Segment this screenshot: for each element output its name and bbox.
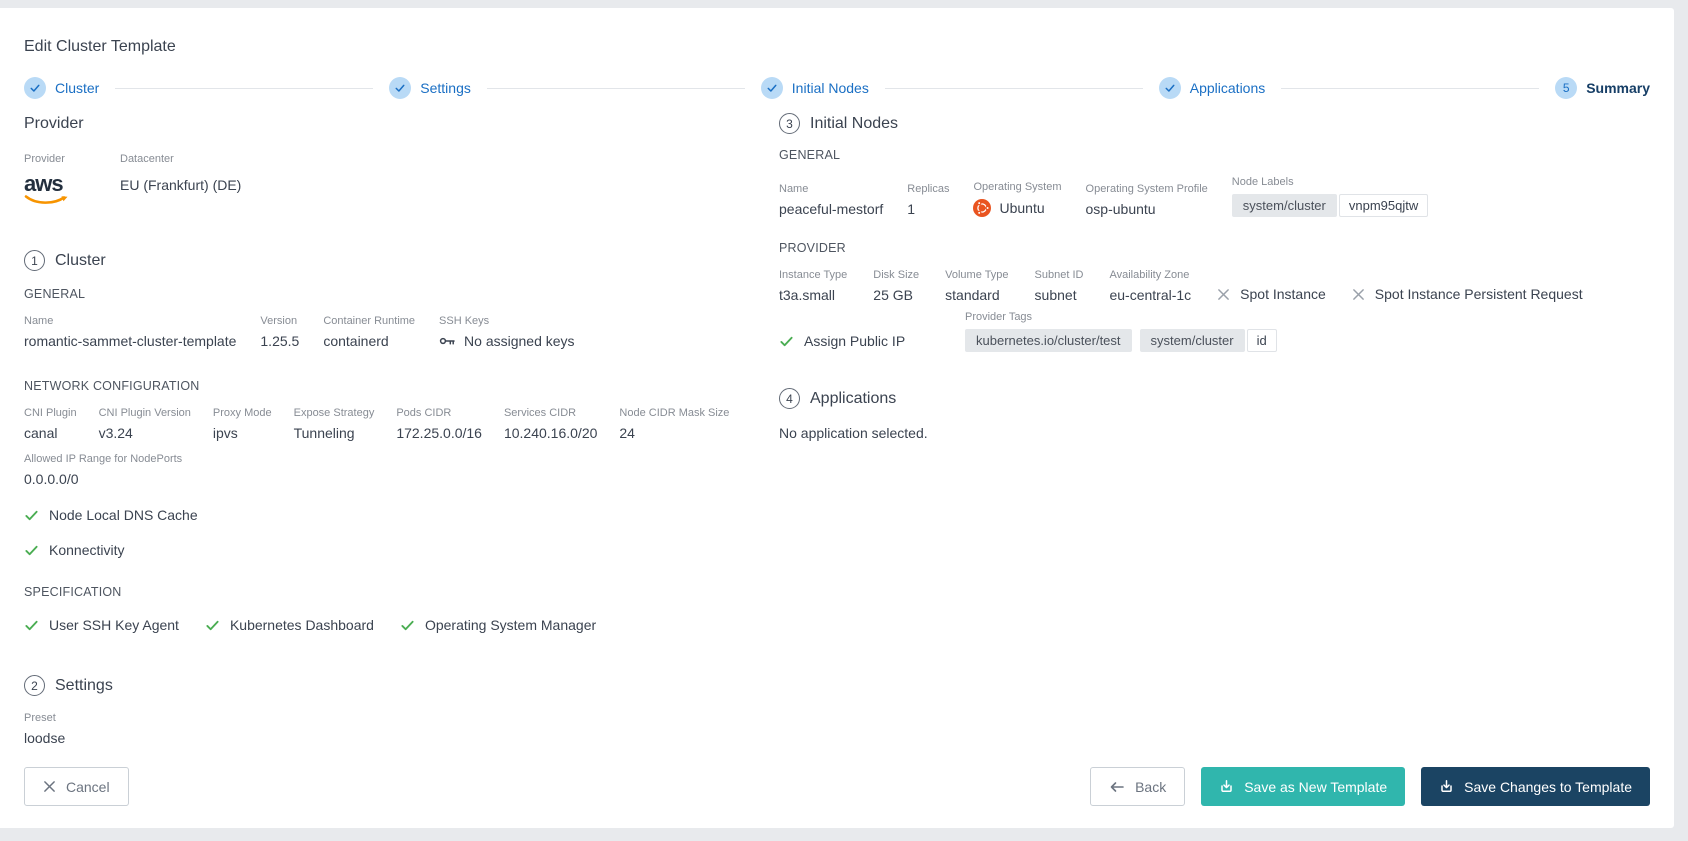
availability-zone-field: Availability Zone eu-central-1c (1109, 269, 1192, 303)
check-icon (25, 545, 38, 555)
settings-section-heading: 2 Settings (24, 675, 779, 696)
step-connector (486, 87, 745, 89)
step-done-check-icon (760, 77, 783, 99)
ssh-keys-field: SSH Keys No assigned keys (439, 315, 575, 349)
step-initial-nodes[interactable]: Initial Nodes (760, 77, 869, 99)
specification-subheading: SPECIFICATION (24, 585, 122, 599)
provider-subheading: PROVIDER (779, 241, 846, 255)
step-connector (115, 87, 374, 89)
cluster-name-field: Name romantic-sammet-cluster-template (24, 315, 237, 349)
preset-field: Preset loodse (24, 712, 66, 746)
step-done-check-icon (389, 77, 412, 99)
save-as-new-template-button[interactable]: Save as New Template (1201, 767, 1406, 806)
cni-plugin-field: CNI Plugin canal (24, 407, 77, 441)
general-subheading: GENERAL (24, 287, 86, 301)
allowed-ip-range-field: Allowed IP Range for NodePorts 0.0.0.0/0 (24, 453, 183, 487)
datacenter-field: Datacenter EU (Frankfurt) (DE) (120, 153, 242, 193)
node-cidr-mask-size-field: Node CIDR Mask Size 24 (619, 407, 730, 441)
cross-icon (1352, 288, 1364, 300)
expose-strategy-field: Expose Strategy Tunneling (293, 407, 375, 441)
step-cluster[interactable]: Cluster (24, 77, 99, 99)
step-number-icon: 1 (24, 250, 45, 271)
initial-nodes-section-heading: 3 Initial Nodes (779, 113, 1650, 134)
no-application-text: No application selected. (779, 425, 928, 441)
cni-plugin-version-field: CNI Plugin Version v3.24 (98, 407, 191, 441)
save-changes-to-template-button[interactable]: Save Changes to Template (1421, 767, 1650, 806)
aws-logo: aws (24, 171, 70, 206)
ubuntu-icon (973, 199, 992, 217)
operating-system-profile-field: Operating System Profile osp-ubuntu (1085, 183, 1208, 217)
check-icon (25, 620, 38, 630)
volume-type-field: Volume Type standard (945, 269, 1009, 303)
save-icon (1441, 779, 1452, 792)
subnet-id-field: Subnet ID subnet (1034, 269, 1084, 303)
provider-tag-chip: kubernetes.io/cluster/test (965, 329, 1132, 352)
step-label: Settings (420, 80, 471, 96)
check-icon (206, 620, 219, 630)
step-summary[interactable]: 5 Summary (1555, 77, 1650, 99)
provider-tags-field: Provider Tags kubernetes.io/cluster/test… (965, 311, 1277, 352)
step-number-icon: 2 (24, 675, 45, 696)
general-subheading: GENERAL (779, 148, 841, 162)
step-number-icon: 4 (779, 388, 800, 409)
page-title: Edit Cluster Template (24, 38, 176, 55)
wizard-stepper: Cluster Settings Initial Nodes Applicati… (24, 77, 1650, 99)
node-local-dns-cache-enabled: Node Local DNS Cache (24, 507, 779, 523)
kubernetes-dashboard-enabled: Kubernetes Dashboard (205, 617, 374, 633)
node-labels-field: Node Labels system/cluster vnpm95qjtw (1231, 176, 1429, 217)
cluster-version-field: Version 1.25.5 (260, 315, 300, 349)
services-cidr-field: Services CIDR 10.240.16.0/20 (503, 407, 598, 441)
spot-instance-persistent-request-disabled: Spot Instance Persistent Request (1352, 286, 1583, 303)
step-label: Summary (1586, 80, 1650, 96)
close-icon (44, 781, 55, 792)
check-icon (780, 336, 793, 346)
back-button[interactable]: Back (1090, 767, 1186, 806)
node-name-field: Name peaceful-mestorf (779, 183, 884, 217)
step-applications[interactable]: Applications (1158, 77, 1266, 99)
spot-instance-disabled: Spot Instance (1217, 286, 1326, 303)
check-icon (401, 620, 414, 630)
assign-public-ip-enabled: Assign Public IP (779, 333, 939, 352)
container-runtime-field: Container Runtime containerd (323, 315, 416, 349)
disk-size-field: Disk Size 25 GB (873, 269, 920, 303)
instance-type-field: Instance Type t3a.small (779, 269, 848, 303)
step-label: Cluster (55, 80, 100, 96)
step-settings[interactable]: Settings (389, 77, 471, 99)
step-connector (884, 87, 1143, 89)
operating-system-field: Operating System Ubuntu (973, 181, 1062, 217)
applications-section-heading: 4 Applications (779, 388, 1650, 409)
provider-field: Provider aws (24, 153, 80, 206)
step-label: Initial Nodes (791, 80, 869, 96)
save-icon (1221, 779, 1232, 792)
provider-section-heading: Provider (24, 115, 84, 132)
node-label-chip: system/cluster vnpm95qjtw (1231, 194, 1429, 217)
step-number-badge: 5 (1555, 77, 1578, 99)
step-label: Applications (1189, 80, 1266, 96)
user-ssh-key-agent-enabled: User SSH Key Agent (24, 617, 179, 633)
network-configuration-subheading: NETWORK CONFIGURATION (24, 379, 200, 393)
proxy-mode-field: Proxy Mode ipvs (212, 407, 272, 441)
step-done-check-icon (1158, 77, 1181, 99)
step-done-check-icon (24, 77, 46, 99)
arrow-left-icon (1110, 781, 1124, 792)
step-connector (1281, 87, 1540, 89)
replicas-field: Replicas 1 (907, 183, 950, 217)
pods-cidr-field: Pods CIDR 172.25.0.0/16 (396, 407, 482, 441)
dialog-footer: Cancel Back Save as New Template Save Ch… (24, 749, 1650, 828)
edit-cluster-template-dialog: Edit Cluster Template Cluster Settings I… (0, 8, 1674, 828)
cluster-section-heading: 1 Cluster (24, 250, 779, 271)
konnectivity-enabled: Konnectivity (24, 542, 779, 558)
operating-system-manager-enabled: Operating System Manager (400, 617, 596, 633)
key-icon (439, 337, 455, 345)
provider-tag-chip: system/cluster id (1139, 329, 1277, 352)
step-number-icon: 3 (779, 113, 800, 134)
cross-icon (1218, 288, 1230, 300)
check-icon (25, 510, 38, 520)
cancel-button[interactable]: Cancel (24, 767, 129, 806)
